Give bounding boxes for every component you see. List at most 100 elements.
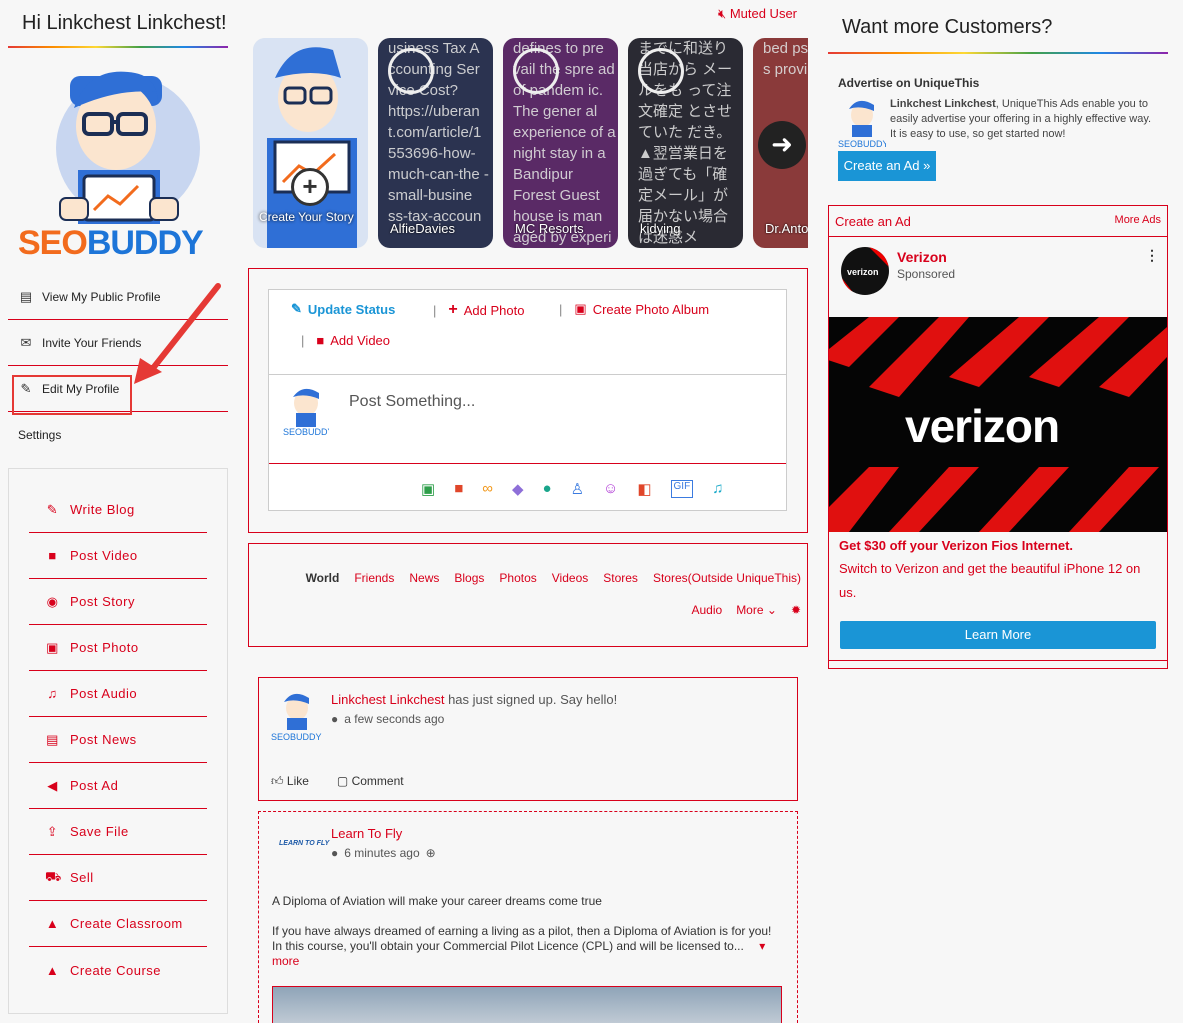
like-button[interactable]: 👍︎ Like (271, 774, 309, 789)
tag-icon[interactable]: ◆ (512, 480, 524, 498)
verizon-logo[interactable]: verizon (841, 247, 889, 295)
ad-headline[interactable]: Get $30 off your Verizon Fios Internet. (839, 538, 1073, 553)
video-icon[interactable]: ■ (454, 480, 463, 498)
arrow-right-icon: ➜ (771, 129, 793, 159)
tab-add-photo[interactable]: | + Add Photo (433, 301, 524, 319)
thumbs-up-icon: 👍︎ (271, 774, 284, 788)
post-news-link[interactable]: ▤ Post News (29, 717, 207, 763)
filter-row-1: World Friends News Blogs Photos Videos S… (306, 571, 801, 585)
learn-more-button[interactable]: Learn More (840, 621, 1156, 649)
story-avatar (638, 48, 684, 94)
tab-separator: | (433, 302, 437, 318)
photo-icon[interactable]: ▣ (421, 480, 435, 498)
ads-header: Create an Ad More Ads (835, 214, 1161, 229)
tab-add-video[interactable]: | ■ Add Video (301, 333, 390, 348)
filter-world[interactable]: World (306, 571, 340, 585)
feed-filter: World Friends News Blogs Photos Videos S… (248, 543, 808, 647)
create-story-label: Create Your Story (259, 210, 354, 224)
muted-user-label: Muted User (729, 6, 798, 21)
feed-timestamp[interactable]: 6 minutes ago (344, 846, 419, 860)
post-input[interactable]: SEOBUDDY Post Something... (269, 374, 786, 464)
music-icon[interactable]: ♫ (712, 480, 723, 498)
svg-text:SEOBUDDY: SEOBUDDY (283, 427, 329, 437)
feed-author-name[interactable]: Learn To Fly (331, 826, 402, 841)
muted-user-link[interactable]: 🔇︎ Muted User (718, 6, 797, 22)
create-story-card[interactable]: + Create Your Story (253, 38, 368, 248)
story-card[interactable]: までに和送り 当店から メールをも って注文確定 とさせていた だき。 ▲翌営業… (628, 38, 743, 248)
add-friend-icon[interactable]: ♙ (571, 480, 584, 498)
more-options-icon[interactable]: ⋮ (1145, 247, 1159, 264)
filter-stores[interactable]: Stores (603, 571, 638, 585)
stories-next-button[interactable]: ➜ (758, 121, 806, 169)
sticker-icon[interactable]: ◧ (637, 480, 651, 498)
feed-post-title: A Diploma of Aviation will make your car… (272, 894, 602, 908)
save-file-link[interactable]: ⇪ Save File (29, 809, 207, 855)
comment-icon: ▢ (336, 774, 349, 788)
ad-image-wordmark: verizon (905, 400, 1060, 452)
ad-image[interactable]: verizon (829, 317, 1167, 532)
comment-icon: ● (331, 846, 339, 860)
link-icon[interactable]: ∞ (482, 480, 493, 498)
settings-link[interactable]: Settings (8, 412, 228, 458)
story-name: Dr.Anto (765, 221, 808, 236)
pencil-icon: ✎ (46, 501, 59, 517)
tab-create-photo-album[interactable]: | ▣ Create Photo Album (559, 301, 709, 317)
composer-attachments: ▣ ■ ∞ ◆ ● ♙ ☺ ◧ GIF ♫ (421, 480, 723, 498)
feed-timestamp[interactable]: a few seconds ago (344, 712, 444, 726)
emoji-icon[interactable]: ☺ (603, 480, 618, 498)
filter-photos[interactable]: Photos (499, 571, 536, 585)
chevron-down-icon: ⌄ (766, 603, 777, 617)
create-ad-link[interactable]: Create an Ad (835, 214, 911, 229)
more-ads-link[interactable]: More Ads (1115, 214, 1161, 226)
tab-update-status-label: Update Status (307, 301, 396, 317)
post-placeholder: Post Something... (349, 393, 476, 410)
ad-sponsored: Sponsored (897, 267, 956, 281)
story-card[interactable]: usiness Tax A ccounting Ser vice Cost? h… (378, 38, 493, 248)
eye-icon: ◉ (46, 593, 59, 609)
tab-create-photo-album-label: Create Photo Album (592, 301, 710, 317)
story-card[interactable]: defines to pre vail the spre ad of pande… (503, 38, 618, 248)
filter-blogs[interactable]: Blogs (454, 571, 484, 585)
svg-text:verizon: verizon (847, 267, 879, 277)
post-audio-link[interactable]: ♫ Post Audio (29, 671, 207, 717)
comment-label: Comment (351, 774, 404, 788)
filter-news[interactable]: News (409, 571, 439, 585)
upload-icon: ⇪ (46, 823, 59, 839)
learn-to-fly-logo[interactable]: LEARN TO FLY (279, 840, 331, 892)
ad-brand[interactable]: Verizon (897, 249, 947, 265)
location-icon[interactable]: ● (543, 480, 552, 498)
annotation-arrow (134, 283, 221, 384)
post-ad-link[interactable]: ◀ Post Ad (29, 763, 207, 809)
filter-videos[interactable]: Videos (552, 571, 588, 585)
feed-author-name[interactable]: Linkchest Linkchest (331, 692, 444, 707)
verizon-logo-graphic: verizon (841, 247, 889, 295)
comment-button[interactable]: ▢ Comment (337, 774, 404, 789)
plus-icon: + (448, 301, 458, 318)
gif-icon[interactable]: GIF (670, 480, 694, 498)
filter-stores-outside[interactable]: Stores(Outside UniqueThis) (653, 571, 801, 585)
filter-audio[interactable]: Audio (691, 603, 722, 617)
write-blog-link[interactable]: ✎ Write Blog (29, 487, 207, 533)
filter-friends[interactable]: Friends (354, 571, 394, 585)
filter-more-label: More (736, 603, 764, 617)
post-video-link[interactable]: ■ Post Video (29, 533, 207, 579)
svg-text:SEOBUDDY: SEOBUDDY (271, 732, 322, 742)
create-course-link[interactable]: ▲ Create Course (29, 947, 207, 993)
post-news-label: Post News (70, 732, 137, 747)
sell-link[interactable]: ⛟ Sell (29, 855, 207, 901)
filter-more[interactable]: More ⌄ (736, 603, 777, 617)
plus-icon[interactable]: + (291, 168, 329, 206)
write-blog-label: Write Blog (70, 502, 135, 517)
post-photo-link[interactable]: ▣ Post Photo (29, 625, 207, 671)
create-ad-button[interactable]: Create an Ad » (838, 151, 936, 181)
cart-icon: ⛟ (45, 868, 62, 884)
tab-update-status[interactable]: ✎ Update Status (291, 301, 395, 317)
post-story-link[interactable]: ◉ Post Story (29, 579, 207, 625)
feed-author: Linkchest Linkchest has just signed up. … (331, 692, 617, 707)
create-classroom-link[interactable]: ▲ Create Classroom (29, 901, 207, 947)
megaphone-icon: ◀ (47, 777, 58, 793)
feed-avatar[interactable]: SEOBUDDY (271, 690, 323, 742)
feed-action-text: has just signed up. Say hello! (448, 692, 618, 707)
gear-icon[interactable]: ✹ (791, 603, 801, 617)
feed-post-image[interactable] (272, 986, 782, 1023)
